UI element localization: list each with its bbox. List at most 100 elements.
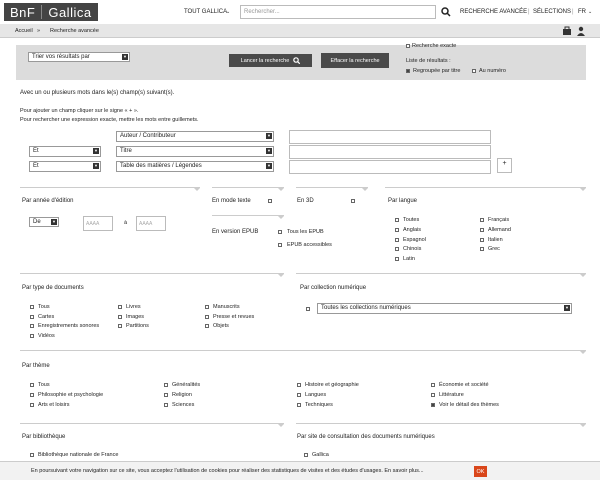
theme-checkbox[interactable]: [431, 383, 435, 387]
lang-checkbox[interactable]: [480, 228, 484, 232]
theme-checkbox[interactable]: [164, 403, 168, 407]
divider-arrow: [194, 188, 200, 191]
doctype-checkbox[interactable]: [30, 315, 34, 319]
operator-select-2-value: Et: [33, 148, 39, 154]
lang-option: Chinois: [403, 246, 422, 252]
field-select-3[interactable]: Table des matières / Légendes ▼: [116, 161, 274, 172]
by-issue-radio[interactable]: [472, 69, 476, 73]
divider: [385, 187, 586, 188]
selections-link[interactable]: SÉLECTIONS: [533, 9, 571, 15]
doctype-option: Partitions: [126, 323, 149, 329]
lang-option: Français: [488, 217, 510, 223]
doctype-checkbox[interactable]: [30, 324, 34, 328]
theme-checkbox[interactable]: [431, 393, 435, 397]
doctype-option: Presse et revues: [213, 314, 255, 320]
theme-option: Philosophie et psychologie: [38, 392, 104, 398]
all-epub-label: Tous les EPUB: [287, 229, 324, 235]
theme-checkbox[interactable]: [30, 403, 34, 407]
library-checkbox[interactable]: [30, 453, 34, 457]
lang-checkbox[interactable]: [480, 238, 484, 242]
text-mode-label: En mode texte: [212, 198, 251, 204]
doctype-option: Cartes: [38, 314, 55, 320]
grouped-by-title-radio[interactable]: [406, 69, 410, 73]
doctype-checkbox[interactable]: [205, 305, 209, 309]
doctype-checkbox[interactable]: [205, 315, 209, 319]
divider: [20, 350, 586, 351]
doctype-checkbox[interactable]: [118, 324, 122, 328]
chevron-down-icon[interactable]: ⌄: [226, 9, 230, 15]
cookie-ok-button[interactable]: OK: [474, 466, 487, 477]
basket-icon[interactable]: [562, 26, 572, 36]
lang-checkbox[interactable]: [395, 247, 399, 251]
all-epub-checkbox[interactable]: [278, 230, 282, 234]
year-operator-select[interactable]: De ▼: [29, 217, 59, 227]
lang-option: Italien: [488, 237, 503, 243]
doctype-checkbox[interactable]: [30, 334, 34, 338]
breadcrumb-home[interactable]: Accueil: [15, 28, 33, 34]
doctype-option: Objets: [213, 323, 229, 329]
lang-checkbox[interactable]: [395, 228, 399, 232]
divider-arrow: [278, 188, 284, 191]
operator-select-2[interactable]: Et ▼: [29, 146, 101, 157]
scope-dropdown[interactable]: TOUT GALLICA: [184, 9, 227, 15]
gallica-logo[interactable]: BnF Gallica: [4, 3, 98, 21]
theme-checkbox[interactable]: [297, 393, 301, 397]
field-select-2[interactable]: Titre ▼: [116, 146, 274, 157]
logo-bnf: BnF: [10, 4, 36, 20]
theme-option: Littérature: [439, 392, 464, 398]
sort-select-value: Trier vos résultats par: [32, 54, 90, 60]
add-field-button[interactable]: +: [497, 158, 512, 173]
language-switch[interactable]: FR: [578, 9, 586, 15]
lang-checkbox[interactable]: [395, 257, 399, 261]
field-select-1[interactable]: Auteur / Contributeur ▼: [116, 131, 274, 142]
operator-select-3[interactable]: Et ▼: [29, 161, 101, 172]
results-list-label: Liste de résultats :: [406, 58, 451, 64]
user-icon[interactable]: [576, 26, 586, 36]
year-from-input[interactable]: AAAA: [83, 216, 113, 231]
epub-accessible-checkbox[interactable]: [278, 243, 282, 247]
advanced-search-link[interactable]: RECHERCHE AVANCÉE: [460, 9, 527, 15]
chevron-down-icon[interactable]: ⌄: [588, 9, 592, 15]
theme-checkbox[interactable]: [164, 393, 168, 397]
theme-checkbox[interactable]: [297, 403, 301, 407]
nav-separator: |: [572, 9, 574, 15]
theme-option: Tous: [38, 382, 50, 388]
operator-select-3-value: Et: [33, 163, 39, 169]
sort-select[interactable]: Trier vos résultats par ▼: [28, 52, 130, 62]
doctype-checkbox[interactable]: [118, 315, 122, 319]
theme-details-icon[interactable]: [431, 403, 435, 407]
lang-checkbox[interactable]: [480, 218, 484, 222]
exact-search-checkbox[interactable]: [406, 44, 410, 48]
doctype-checkbox[interactable]: [30, 305, 34, 309]
theme-checkbox[interactable]: [164, 383, 168, 387]
site-checkbox[interactable]: [304, 453, 308, 457]
field-select-3-value: Table des matières / Légendes: [120, 163, 202, 169]
text-mode-checkbox[interactable]: [268, 199, 272, 203]
clear-search-button[interactable]: Effacer la recherche: [321, 53, 389, 68]
lang-checkbox[interactable]: [395, 218, 399, 222]
search-icon[interactable]: [441, 7, 451, 17]
search-term-input-2[interactable]: [289, 145, 491, 159]
help-plus-text: Pour ajouter un champ cliquer sur le sig…: [20, 108, 139, 114]
theme-checkbox[interactable]: [297, 383, 301, 387]
launch-search-button[interactable]: Lancer la recherche: [229, 54, 312, 67]
doctype-checkbox[interactable]: [118, 305, 122, 309]
collection-checkbox[interactable]: [306, 307, 310, 311]
library-option: Bibliothèque nationale de France: [38, 452, 119, 458]
year-to-input[interactable]: AAAA: [136, 216, 166, 231]
doctype-option: Enregistrements sonores: [38, 323, 100, 329]
collection-select[interactable]: Toutes les collections numériques ▼: [317, 303, 572, 314]
search-term-input-1[interactable]: [289, 130, 491, 144]
breadcrumb: Accueil » Recherche avancée: [0, 24, 600, 38]
theme-checkbox[interactable]: [30, 383, 34, 387]
divider-arrow: [580, 424, 586, 427]
lang-checkbox[interactable]: [395, 238, 399, 242]
doctype-checkbox[interactable]: [205, 324, 209, 328]
theme-details-link[interactable]: Voir le détail des thèmes: [439, 402, 499, 408]
divider: [296, 423, 586, 424]
theme-checkbox[interactable]: [30, 393, 34, 397]
search-term-input-3[interactable]: [289, 160, 491, 174]
3d-checkbox[interactable]: [351, 199, 355, 203]
search-input[interactable]: Rechercher...: [240, 5, 436, 19]
lang-checkbox[interactable]: [480, 247, 484, 251]
